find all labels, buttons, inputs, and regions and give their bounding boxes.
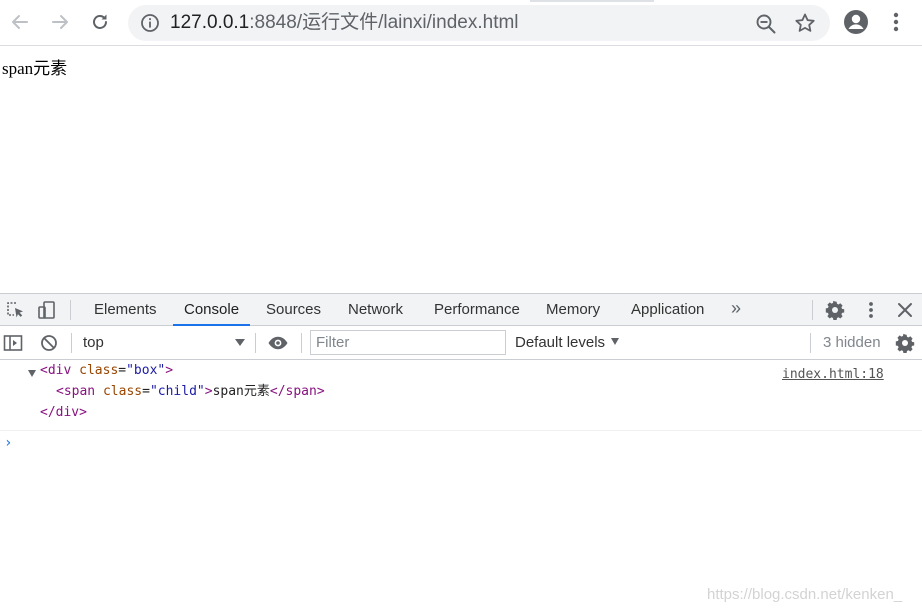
arrow-right-icon bbox=[52, 15, 68, 29]
tag-end: </div> bbox=[40, 405, 87, 420]
node-text: span元素 bbox=[212, 384, 270, 399]
tag-end: </span> bbox=[269, 384, 325, 399]
tabbar-separator bbox=[812, 300, 813, 320]
attr-equals: = bbox=[118, 363, 127, 378]
console-message: <div class="box"> <span class="child">sp… bbox=[0, 361, 922, 431]
attr-value: "box" bbox=[126, 363, 166, 378]
reload-button[interactable] bbox=[86, 8, 114, 36]
console-settings-button[interactable] bbox=[894, 332, 916, 354]
close-devtools-button[interactable] bbox=[894, 299, 916, 321]
url-host: 127.0.0.1 bbox=[170, 12, 250, 33]
tab-elements[interactable]: Elements bbox=[94, 294, 157, 325]
device-icon bbox=[38, 301, 55, 319]
gear-icon bbox=[895, 333, 915, 353]
context-value: top bbox=[83, 334, 104, 351]
browser-menu-icon[interactable] bbox=[886, 9, 906, 35]
kebab-menu-icon bbox=[869, 302, 873, 318]
console-bar-separator bbox=[301, 333, 302, 353]
tab-memory[interactable]: Memory bbox=[546, 294, 600, 325]
attr-name: class bbox=[79, 363, 119, 378]
reload-icon bbox=[93, 14, 107, 29]
dom-node-line[interactable]: </div> bbox=[40, 405, 87, 421]
device-toolbar-button[interactable] bbox=[36, 299, 58, 321]
clear-console-icon bbox=[41, 335, 57, 351]
url-path: :8848/运行文件/lainxi/index.html bbox=[249, 12, 519, 33]
live-expression-button[interactable] bbox=[267, 332, 289, 354]
inspect-cursor-icon bbox=[7, 302, 23, 318]
info-icon[interactable] bbox=[140, 13, 160, 33]
console-filter-input[interactable] bbox=[310, 330, 506, 355]
tag-close: > bbox=[165, 363, 174, 378]
forward-button[interactable] bbox=[46, 8, 74, 36]
tab-strip-edge bbox=[530, 0, 654, 2]
bookmark-star-icon[interactable] bbox=[794, 12, 816, 34]
page-span-element: span元素 bbox=[2, 59, 68, 78]
tabbar-separator bbox=[70, 300, 71, 320]
close-icon bbox=[898, 303, 912, 317]
console-messages: <div class="box"> <span class="child">sp… bbox=[0, 361, 922, 614]
inspect-element-button[interactable] bbox=[4, 299, 26, 321]
back-button[interactable] bbox=[6, 8, 34, 36]
tab-performance[interactable]: Performance bbox=[434, 294, 520, 325]
log-levels-label: Default levels bbox=[515, 334, 606, 351]
show-sidebar-button[interactable] bbox=[2, 332, 24, 354]
arrow-left-icon bbox=[12, 15, 28, 29]
watermark: https://blog.csdn.net/kenken_ bbox=[707, 586, 903, 603]
url-text[interactable]: 127.0.0.1:8848/运行文件/lainxi/index.html bbox=[170, 12, 519, 34]
attr-value: "child" bbox=[149, 384, 205, 399]
tab-application[interactable]: Application bbox=[631, 294, 704, 325]
levels-caret-icon bbox=[611, 338, 620, 345]
sidebar-toggle-icon bbox=[3, 335, 23, 351]
tag-close: > bbox=[204, 384, 213, 399]
profile-avatar-icon[interactable] bbox=[843, 9, 869, 35]
tab-console[interactable]: Console bbox=[172, 294, 251, 326]
attr-name: class bbox=[102, 384, 143, 399]
collapse-triangle-icon[interactable] bbox=[28, 370, 36, 377]
context-dropdown-caret-icon bbox=[235, 339, 245, 346]
tag-open: <span bbox=[56, 384, 96, 399]
devtools-tabbar: Elements Console Sources Network Perform… bbox=[0, 294, 922, 326]
tab-network[interactable]: Network bbox=[348, 294, 403, 325]
devtools-panel: Elements Console Sources Network Perform… bbox=[0, 293, 922, 614]
dom-node-line[interactable]: <div class="box"> bbox=[40, 363, 173, 379]
address-bar[interactable]: 127.0.0.1:8848/运行文件/lainxi/index.html bbox=[128, 5, 830, 41]
source-link[interactable]: index.html:18 bbox=[782, 367, 884, 382]
devtools-menu-button[interactable] bbox=[860, 299, 882, 321]
console-bar-separator bbox=[71, 333, 72, 353]
console-bar-separator bbox=[255, 333, 256, 353]
console-bar-separator bbox=[810, 333, 811, 353]
context-selector[interactable]: top bbox=[83, 332, 249, 354]
page-viewport: span元素 bbox=[0, 47, 922, 293]
tab-sources[interactable]: Sources bbox=[266, 294, 321, 325]
console-prompt-icon[interactable]: › bbox=[4, 435, 12, 451]
devtools-settings-button[interactable] bbox=[824, 299, 846, 321]
more-tabs-button[interactable]: » bbox=[731, 294, 741, 325]
tag-open: <div bbox=[40, 363, 72, 378]
log-levels-dropdown[interactable]: Default levels bbox=[515, 332, 620, 354]
zoom-out-icon[interactable] bbox=[755, 13, 777, 35]
clear-console-button[interactable] bbox=[38, 332, 60, 354]
attr-equals: = bbox=[142, 384, 150, 399]
hidden-messages-count: 3 hidden bbox=[823, 334, 881, 351]
browser-toolbar: 127.0.0.1:8848/运行文件/lainxi/index.html bbox=[0, 0, 922, 46]
dom-node-line[interactable]: <span class="child">span元素</span> bbox=[56, 384, 325, 400]
eye-icon bbox=[268, 336, 288, 350]
console-toolbar: top Default levels 3 hidden bbox=[0, 326, 922, 360]
gear-icon bbox=[825, 300, 845, 320]
